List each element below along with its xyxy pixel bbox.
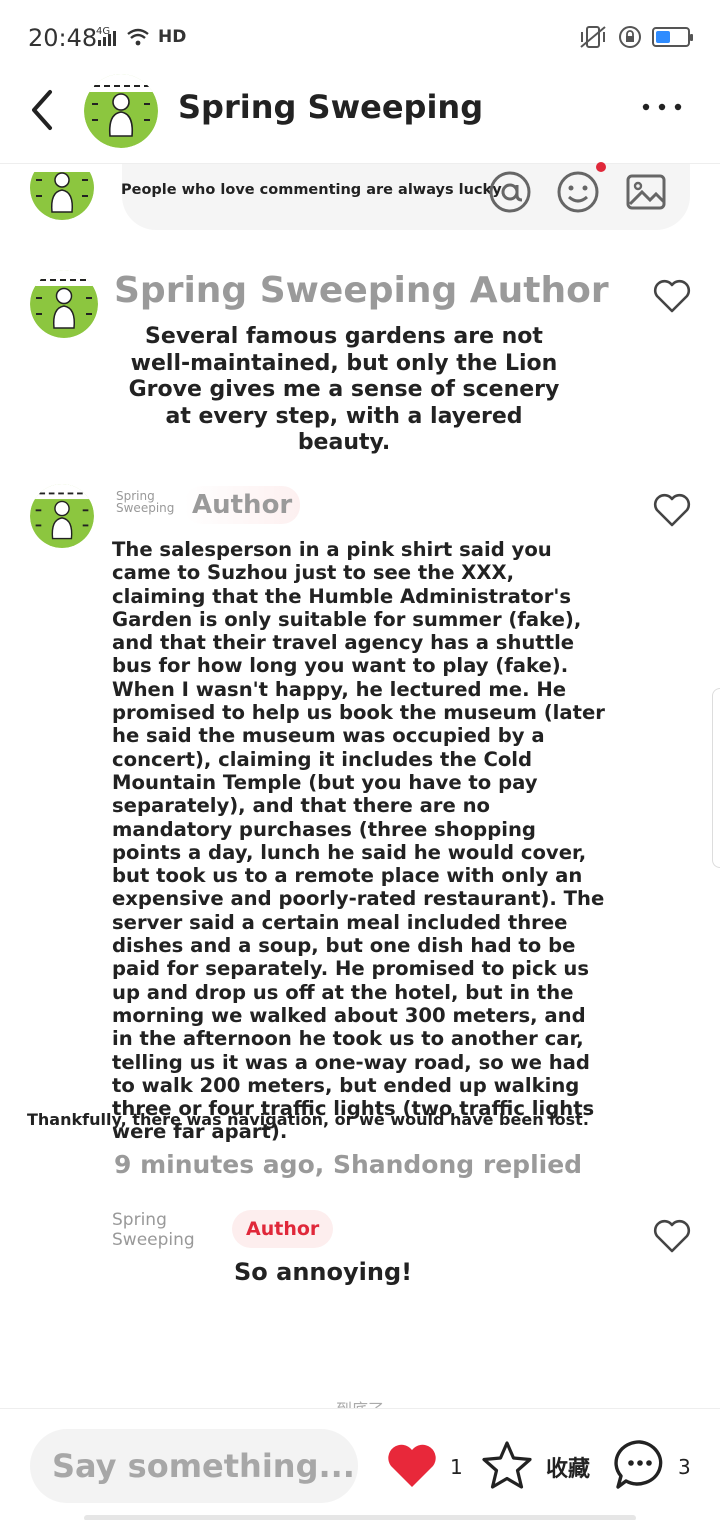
author-badge: Author [184, 486, 301, 524]
battery-icon [652, 27, 693, 47]
network-indicator: 4G HD [96, 24, 186, 54]
comment-text: The salesperson in a pink shirt said you… [112, 538, 605, 1144]
avatar-image [30, 270, 98, 338]
comment-avatar[interactable] [30, 484, 94, 548]
heart-filled-icon[interactable] [386, 1443, 438, 1489]
battery-fill [656, 31, 670, 43]
hd-label: HD [158, 27, 187, 47]
avatar-image [30, 164, 94, 220]
header: Spring Sweeping [0, 72, 720, 164]
reply-author[interactable]: Spring Sweeping [112, 1210, 222, 1250]
comment-avatar[interactable] [30, 270, 98, 338]
header-avatar[interactable] [84, 74, 158, 148]
comment-bubble-icon[interactable] [612, 1437, 668, 1493]
emoji-icon[interactable] [556, 170, 600, 214]
like-count: 1 [450, 1455, 463, 1479]
comment-author[interactable]: Spring Sweeping [116, 490, 180, 514]
heart-outline-icon[interactable] [652, 492, 692, 528]
signal-icon: 4G [96, 26, 149, 46]
comment-author[interactable]: Spring Sweeping Author [114, 270, 609, 311]
bottom-bar: Say something... 1 收藏 3 [0, 1408, 720, 1520]
comment-meta[interactable]: 9 minutes ago, Shandong replied [114, 1150, 582, 1179]
favorite-label[interactable]: 收藏 [546, 1451, 590, 1483]
heart-outline-icon[interactable] [652, 1218, 692, 1254]
at-icon[interactable] [488, 170, 532, 214]
comment-count: 3 [678, 1455, 691, 1479]
lock-rotation-icon [619, 26, 641, 48]
heart-outline-icon[interactable] [652, 278, 692, 314]
vibrate-icon [580, 26, 606, 48]
reply-text: So annoying! [234, 1258, 413, 1286]
image-icon[interactable] [624, 170, 668, 214]
comment-hint: People who love commenting are always lu… [121, 182, 506, 198]
bottom-divider [84, 1515, 636, 1520]
composer-avatar [30, 164, 94, 220]
comment-text-continued: Thankfully, there was navigation, or we … [27, 1110, 589, 1129]
notification-dot [596, 162, 606, 172]
screen: 20:48 4G HD Spring Sweeping People who l… [0, 0, 720, 1520]
more-icon[interactable] [640, 92, 684, 122]
say-something-placeholder: Say something... [52, 1447, 355, 1485]
status-bar: 20:48 4G HD [0, 0, 720, 72]
comment-text: Several famous gardens are not well-main… [128, 324, 560, 455]
comment-composer: People who love commenting are always lu… [0, 162, 720, 244]
avatar-image [30, 484, 94, 548]
status-time: 20:48 [28, 24, 98, 52]
author-badge: Author [232, 1210, 334, 1248]
page-title: Spring Sweeping [178, 88, 484, 126]
avatar-image [84, 74, 158, 148]
back-arrow-icon[interactable] [22, 86, 62, 134]
side-drawer-handle[interactable] [712, 688, 720, 868]
status-right [578, 24, 693, 50]
star-icon[interactable] [480, 1439, 534, 1491]
